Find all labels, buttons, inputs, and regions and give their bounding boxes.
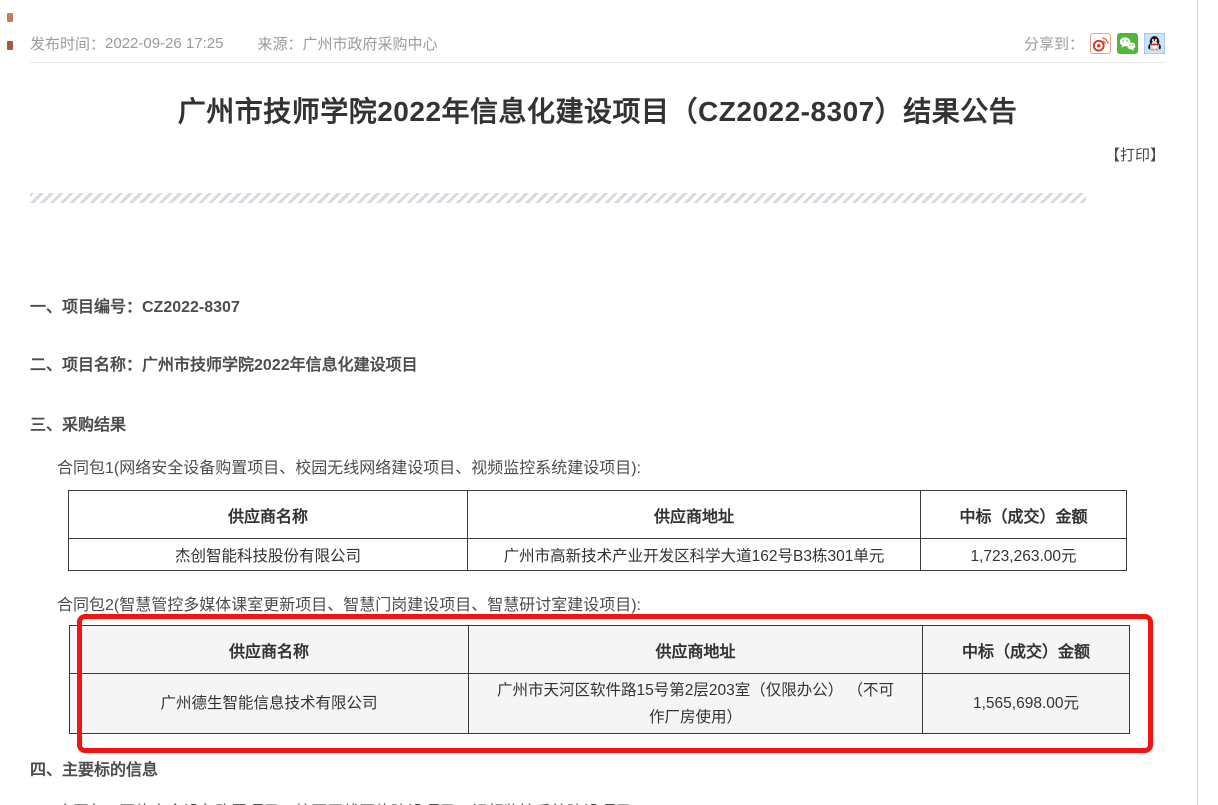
bottom-partial-text: 合同包1(网络安全设备购置项目、校园无线网络建设项目、视频监控系统建设项目) <box>57 798 637 805</box>
package1-intro: 合同包1(网络安全设备购置项目、校园无线网络建设项目、视频监控系统建设项目): <box>57 454 641 478</box>
section-main-subject-info: 四、主要标的信息 <box>30 756 158 780</box>
left-edge-artifact-bottom <box>7 41 13 50</box>
hatched-divider <box>30 193 1086 203</box>
qq-share-icon[interactable] <box>1144 33 1165 54</box>
share-label: 分享到： <box>1024 33 1084 54</box>
package2-result-table: 供应商名称 供应商地址 中标（成交）金额 广州德生智能信息技术有限公司 广州市天… <box>69 625 1130 734</box>
publish-time-value: 2022-09-26 17:25 <box>105 35 223 52</box>
supplier-name-header: 供应商名称 <box>70 626 469 674</box>
page-right-border <box>1197 0 1198 805</box>
header-divider <box>30 62 1165 63</box>
award-amount-header: 中标（成交）金额 <box>923 626 1130 674</box>
award-amount-header: 中标（成交）金额 <box>921 491 1127 539</box>
award-amount-cell: 1,723,263.00元 <box>921 539 1127 571</box>
section-project-name: 二、项目名称：广州市技师学院2022年信息化建设项目 <box>30 351 418 375</box>
supplier-name-header: 供应商名称 <box>69 491 468 539</box>
publish-time-label: 发布时间： <box>30 33 105 54</box>
announcement-page: { "meta": { "publish_label": "发布时间：", "p… <box>0 0 1218 805</box>
table-header-row: 供应商名称 供应商地址 中标（成交）金额 <box>69 491 1127 539</box>
supplier-name-cell: 杰创智能科技股份有限公司 <box>69 539 468 571</box>
left-edge-artifact-top <box>7 13 13 22</box>
wechat-share-icon[interactable] <box>1117 33 1138 54</box>
source-value: 广州市政府采购中心 <box>302 33 437 54</box>
section-procurement-result: 三、采购结果 <box>30 411 126 435</box>
supplier-name-cell: 广州德生智能信息技术有限公司 <box>70 674 469 734</box>
print-button[interactable]: 【打印】 <box>1105 144 1165 165</box>
share-bar: 分享到： <box>1024 33 1165 54</box>
page-title: 广州市技师学院2022年信息化建设项目（CZ2022-8307）结果公告 <box>30 90 1165 130</box>
table-row: 杰创智能科技股份有限公司 广州市高新技术产业开发区科学大道162号B3栋301单… <box>69 539 1127 571</box>
table-header-row: 供应商名称 供应商地址 中标（成交）金额 <box>70 626 1130 674</box>
package2-intro: 合同包2(智慧管控多媒体课室更新项目、智慧门岗建设项目、智慧研讨室建设项目): <box>57 591 641 615</box>
supplier-address-header: 供应商地址 <box>469 626 923 674</box>
supplier-address-cell: 广州市高新技术产业开发区科学大道162号B3栋301单元 <box>468 539 921 571</box>
table-row: 广州德生智能信息技术有限公司 广州市天河区软件路15号第2层203室（仅限办公）… <box>70 674 1130 734</box>
weibo-share-icon[interactable] <box>1090 33 1111 54</box>
supplier-address-header: 供应商地址 <box>468 491 921 539</box>
supplier-address-cell: 广州市天河区软件路15号第2层203室（仅限办公） （不可作厂房使用） <box>469 674 923 734</box>
award-amount-cell: 1,565,698.00元 <box>923 674 1130 734</box>
section-project-number: 一、项目编号：CZ2022-8307 <box>30 293 240 317</box>
meta-bar: 发布时间： 2022-09-26 17:25 来源： 广州市政府采购中心 分享到… <box>30 32 1165 54</box>
source-label: 来源： <box>257 33 302 54</box>
package1-result-table: 供应商名称 供应商地址 中标（成交）金额 杰创智能科技股份有限公司 广州市高新技… <box>68 490 1127 571</box>
